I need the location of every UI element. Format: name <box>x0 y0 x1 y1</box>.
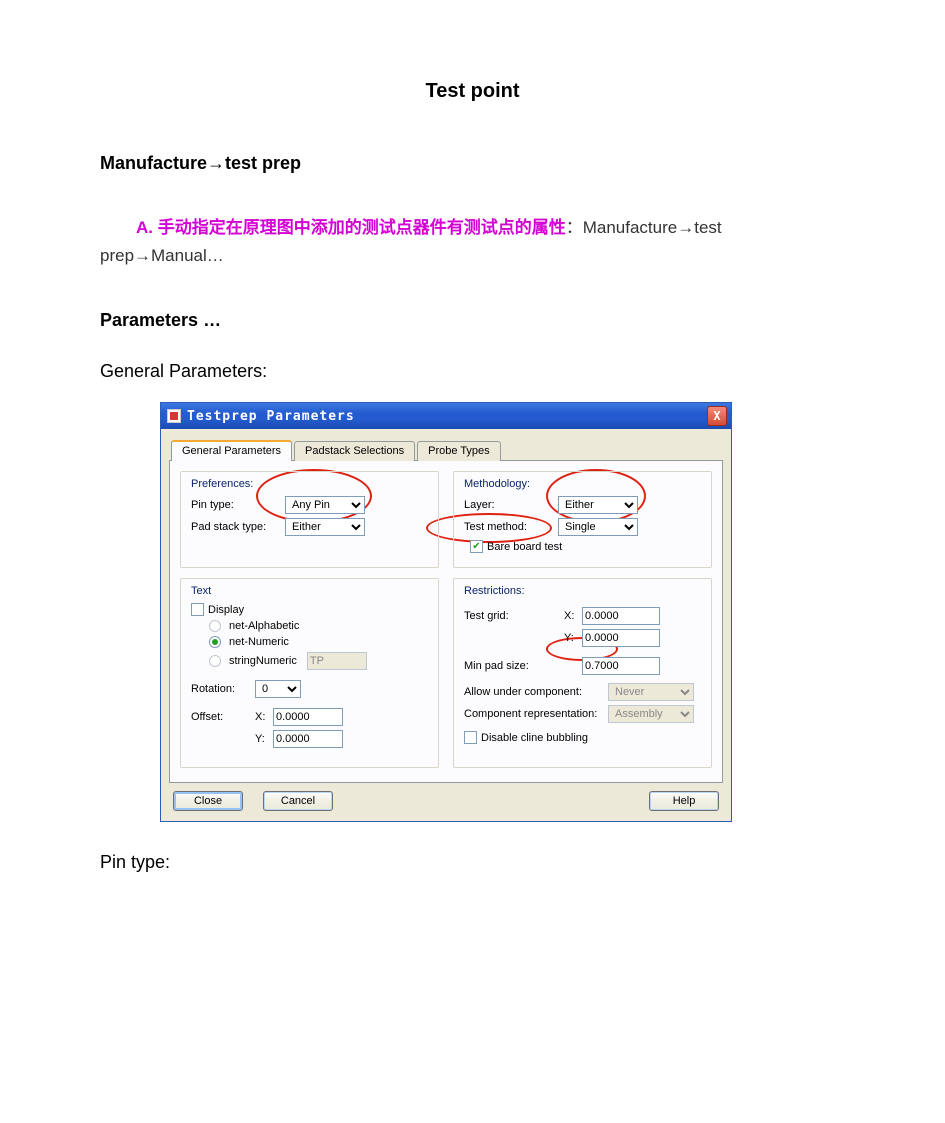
label-pin-type: Pin type: <box>191 499 281 511</box>
tab-probe[interactable]: Probe Types <box>417 441 501 461</box>
label-layer: Layer: <box>464 499 554 511</box>
select-layer[interactable]: Either <box>558 496 638 514</box>
group-preferences: Preferences: Pin type: Any Pin Pad stack… <box>180 471 439 568</box>
label-string-numeric: stringNumeric <box>229 655 297 667</box>
note-line: A. 手动指定在原理图中添加的测试点器件有测试点的属性：Manufacture→… <box>100 214 845 270</box>
cancel-button[interactable]: Cancel <box>263 791 333 811</box>
help-button[interactable]: Help <box>649 791 719 811</box>
label-x: X: <box>255 711 269 723</box>
select-pin-type[interactable]: Any Pin <box>285 496 365 514</box>
page-title: Test point <box>100 80 845 103</box>
general-heading: General Parameters: <box>100 361 845 382</box>
label-x: X: <box>564 610 578 622</box>
group-title: Methodology: <box>464 478 701 490</box>
close-button[interactable]: Close <box>173 791 243 811</box>
checkbox-bare-board[interactable] <box>470 540 483 553</box>
group-restrictions: Restrictions: Test grid: X: Y: Min <box>453 578 712 768</box>
section-subtitle: Manufacture→test prep <box>100 153 845 174</box>
tab-padstack[interactable]: Padstack Selections <box>294 441 415 461</box>
select-allow-under: Never <box>608 683 694 701</box>
group-title: Preferences: <box>191 478 428 490</box>
label-bare-board: Bare board test <box>487 541 562 553</box>
label-comp-rep: Component representation: <box>464 708 604 720</box>
label-y: Y: <box>564 632 578 644</box>
note-highlight: A. 手动指定在原理图中添加的测试点器件有测试点的属性 <box>136 218 566 237</box>
label-net-numeric: net-Numeric <box>229 636 289 648</box>
tab-panel-general: Preferences: Pin type: Any Pin Pad stack… <box>169 461 723 783</box>
group-text: Text Display net-Alphabetic net-Numeric <box>180 578 439 768</box>
radio-string-numeric[interactable] <box>209 655 221 667</box>
dialog-window: Testprep Parameters X General Parameters… <box>160 402 732 822</box>
label-display: Display <box>208 604 244 616</box>
radio-net-numeric[interactable] <box>209 636 221 648</box>
app-icon <box>167 409 181 423</box>
label-y: Y: <box>255 733 269 745</box>
input-offset-y[interactable] <box>273 730 343 748</box>
label-padstack-type: Pad stack type: <box>191 521 281 533</box>
group-title: Text <box>191 585 428 597</box>
tabstrip: General Parameters Padstack Selections P… <box>169 435 723 461</box>
checkbox-disable-bubble[interactable] <box>464 731 477 744</box>
input-offset-x[interactable] <box>273 708 343 726</box>
group-methodology: Methodology: Layer: Either Test method: … <box>453 471 712 568</box>
titlebar: Testprep Parameters X <box>161 403 731 429</box>
radio-net-alpha[interactable] <box>209 620 221 632</box>
checkbox-display[interactable] <box>191 603 204 616</box>
label-min-pad: Min pad size: <box>464 660 560 672</box>
button-row: Close Cancel Help <box>169 783 723 813</box>
select-comp-rep: Assembly <box>608 705 694 723</box>
label-test-method: Test method: <box>464 521 554 533</box>
select-rotation[interactable]: 0 <box>255 680 301 698</box>
pin-type-label: Pin type: <box>100 852 845 873</box>
group-title: Restrictions: <box>464 585 701 597</box>
label-test-grid: Test grid: <box>464 610 560 622</box>
tab-general[interactable]: General Parameters <box>171 440 292 461</box>
parameters-heading: Parameters … <box>100 310 845 331</box>
window-title: Testprep Parameters <box>187 409 707 424</box>
input-min-pad[interactable] <box>582 657 660 675</box>
select-test-method[interactable]: Single <box>558 518 638 536</box>
input-testgrid-x[interactable] <box>582 607 660 625</box>
close-icon[interactable]: X <box>707 406 727 426</box>
input-testgrid-y[interactable] <box>582 629 660 647</box>
label-net-alpha: net-Alphabetic <box>229 620 299 632</box>
label-disable-bubble: Disable cline bubbling <box>481 732 588 744</box>
select-padstack-type[interactable]: Either <box>285 518 365 536</box>
input-string-prefix <box>307 652 367 670</box>
label-rotation: Rotation: <box>191 683 251 695</box>
label-allow-under: Allow under component: <box>464 686 604 698</box>
label-offset: Offset: <box>191 711 251 723</box>
